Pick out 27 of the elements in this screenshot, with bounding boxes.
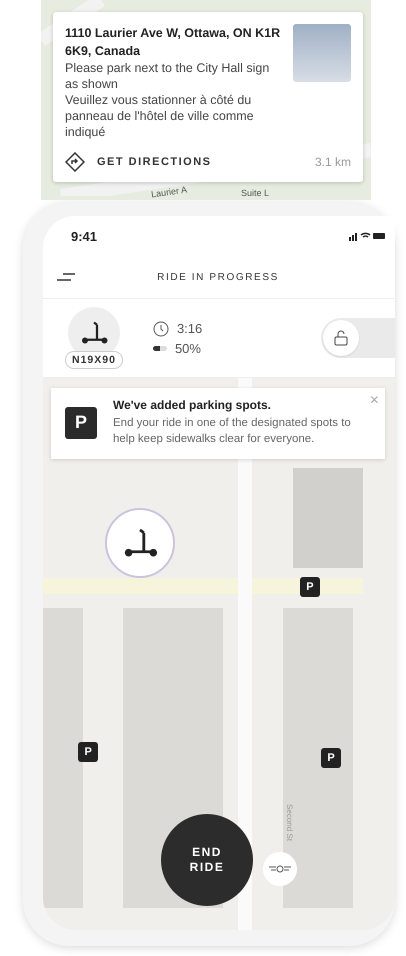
notice-body: End your ride in one of the designated spots to help keep sidewalks clear for everyone. <box>113 416 352 447</box>
directions-icon <box>65 152 85 172</box>
vehicle-id: N19X90 <box>65 351 123 369</box>
screen-title: RIDE IN PROGRESS <box>156 272 280 282</box>
toggle-knob[interactable] <box>323 320 359 356</box>
get-directions-button[interactable]: GET DIRECTIONS <box>65 152 212 172</box>
status-time: 9:41 <box>71 228 98 244</box>
instructions-text: Please park next to the City Hall sign as shown <box>65 60 270 92</box>
street-label: Second St <box>284 804 294 841</box>
clock-icon <box>152 320 169 336</box>
street-label: Suite L <box>241 188 270 198</box>
parking-pin[interactable]: P <box>300 576 320 597</box>
parking-pin[interactable]: P <box>78 742 98 762</box>
street-label: Laurier A <box>150 184 188 200</box>
lock-toggle[interactable] <box>321 318 395 358</box>
address-text: 1110 Laurier Ave W, Ottawa, ON K1R 6K9, Canada <box>65 25 282 60</box>
parking-pin[interactable]: P <box>321 748 342 768</box>
distance-text: 3.1 km <box>314 155 351 169</box>
battery-reading: 50% <box>174 340 201 356</box>
unlock-icon <box>334 330 348 346</box>
notice-title: We've added parking spots. <box>113 398 272 412</box>
wings-icon <box>269 863 291 875</box>
menu-icon[interactable] <box>57 273 75 281</box>
instructions-text: Veuillez vous stationner à côté du panneau de l'hôtel de ville comme indiqué <box>65 92 255 140</box>
ride-duration: 3:16 <box>176 321 202 336</box>
status-icons <box>349 231 385 241</box>
parking-badge: P <box>65 406 97 438</box>
